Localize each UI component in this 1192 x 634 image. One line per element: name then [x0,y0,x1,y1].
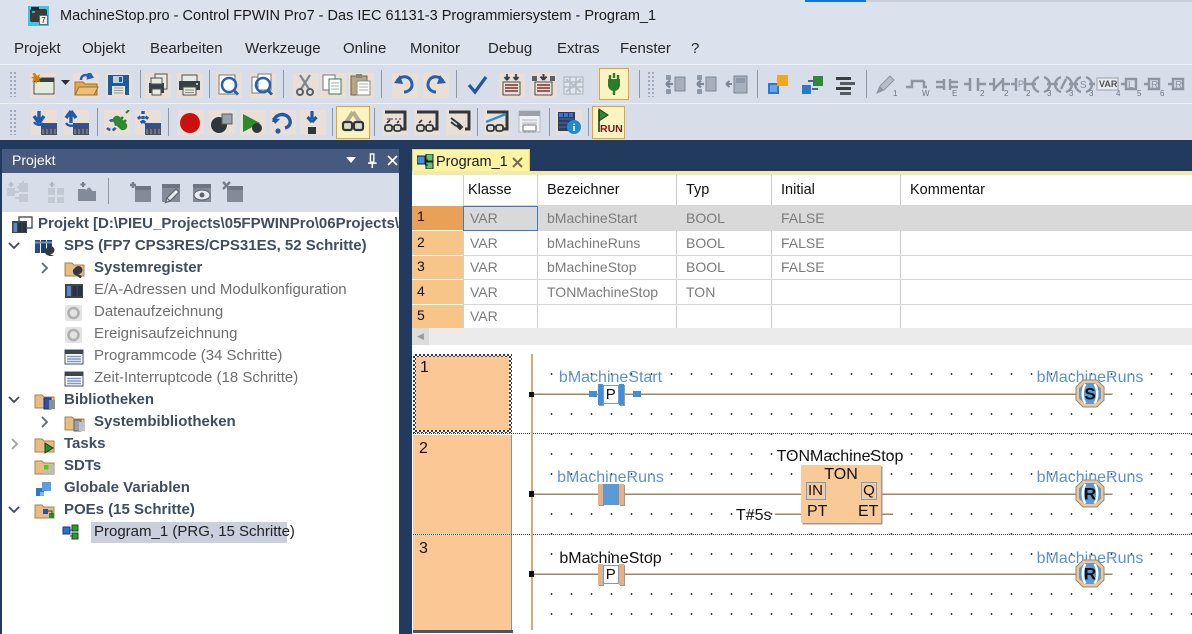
svg-text:5: 5 [1137,89,1142,97]
svg-text:6: 6 [1160,89,1165,97]
svg-text:R: R [1084,564,1096,583]
svg-text:S: S [1080,80,1087,91]
svg-text:2: 2 [1004,89,1009,97]
svg-text:2: 2 [980,89,985,97]
svg-text:R: R [1151,80,1158,91]
svg-text:1: 1 [893,89,898,97]
svg-text:R: R [1084,484,1096,503]
svg-text:3: 3 [1089,89,1094,97]
svg-text:P: P [1018,79,1024,89]
svg-text:L: L [1128,80,1134,91]
svg-text:VAR: VAR [1099,79,1118,89]
svg-text:S: S [1084,385,1095,404]
svg-text:E: E [952,89,957,97]
svg-text:W: W [922,89,930,97]
svg-text:RUN: RUN [600,123,623,135]
svg-text:i: i [573,123,576,134]
svg-text:R: R [1175,80,1182,91]
